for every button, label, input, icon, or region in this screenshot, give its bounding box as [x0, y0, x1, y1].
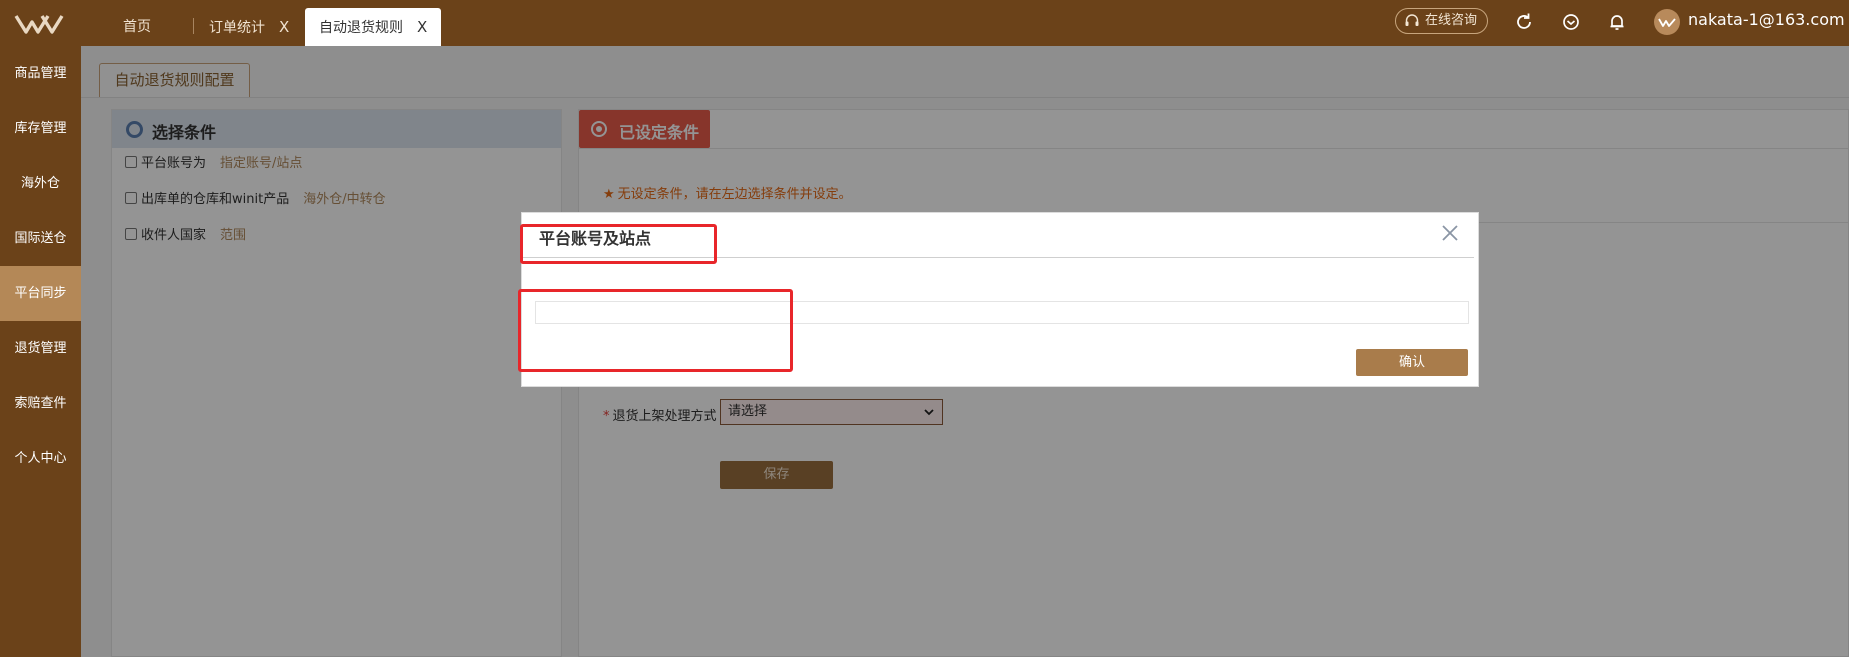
- sidebar: 商品管理 库存管理 海外仓 国际送仓 平台同步 退货管理 索赔查件 个人中心: [0, 46, 81, 657]
- sidebar-item-product[interactable]: 商品管理: [0, 46, 81, 101]
- tab-home[interactable]: 首页: [123, 8, 151, 46]
- user-account-name[interactable]: nakata-1@163.com: [1688, 10, 1845, 29]
- sidebar-item-inventory[interactable]: 库存管理: [0, 101, 81, 156]
- avatar[interactable]: [1654, 9, 1680, 35]
- tab-label: 自动退货规则: [319, 20, 403, 36]
- headset-icon: [1405, 14, 1419, 26]
- sidebar-item-claims[interactable]: 索赔查件: [0, 376, 81, 431]
- sidebar-item-overseas-warehouse[interactable]: 海外仓: [0, 156, 81, 211]
- sidebar-item-platform-sync[interactable]: 平台同步: [0, 266, 81, 321]
- sidebar-item-personal[interactable]: 个人中心: [0, 431, 81, 486]
- logo-icon[interactable]: [14, 10, 64, 36]
- tab-close-icon[interactable]: X: [417, 18, 427, 36]
- confirm-button[interactable]: 确认: [1356, 349, 1468, 376]
- tab-label: 订单统计: [209, 20, 265, 36]
- annotation-box: [520, 224, 717, 264]
- top-bar: 首页 订单统计 X 自动退货规则 X 在线咨询 nakata-1@163.com: [0, 0, 1849, 46]
- tab-order-stats[interactable]: 订单统计 X: [209, 8, 289, 46]
- close-icon[interactable]: [1440, 223, 1460, 243]
- avatar-logo-icon: [1658, 18, 1676, 27]
- sidebar-item-intl-delivery[interactable]: 国际送仓: [0, 211, 81, 266]
- annotation-box: [518, 289, 793, 372]
- sidebar-item-return[interactable]: 退货管理: [0, 321, 81, 376]
- online-consult-button[interactable]: 在线咨询: [1395, 8, 1488, 34]
- bell-icon[interactable]: [1606, 11, 1628, 33]
- tab-label: 首页: [123, 19, 151, 35]
- refresh-icon[interactable]: [1513, 11, 1535, 33]
- tab-auto-return-rules[interactable]: 自动退货规则 X: [305, 8, 442, 46]
- tab-close-icon[interactable]: X: [279, 18, 289, 36]
- feedback-icon[interactable]: [1560, 11, 1582, 33]
- tab-separator: [193, 18, 194, 34]
- consult-label: 在线咨询: [1425, 13, 1478, 28]
